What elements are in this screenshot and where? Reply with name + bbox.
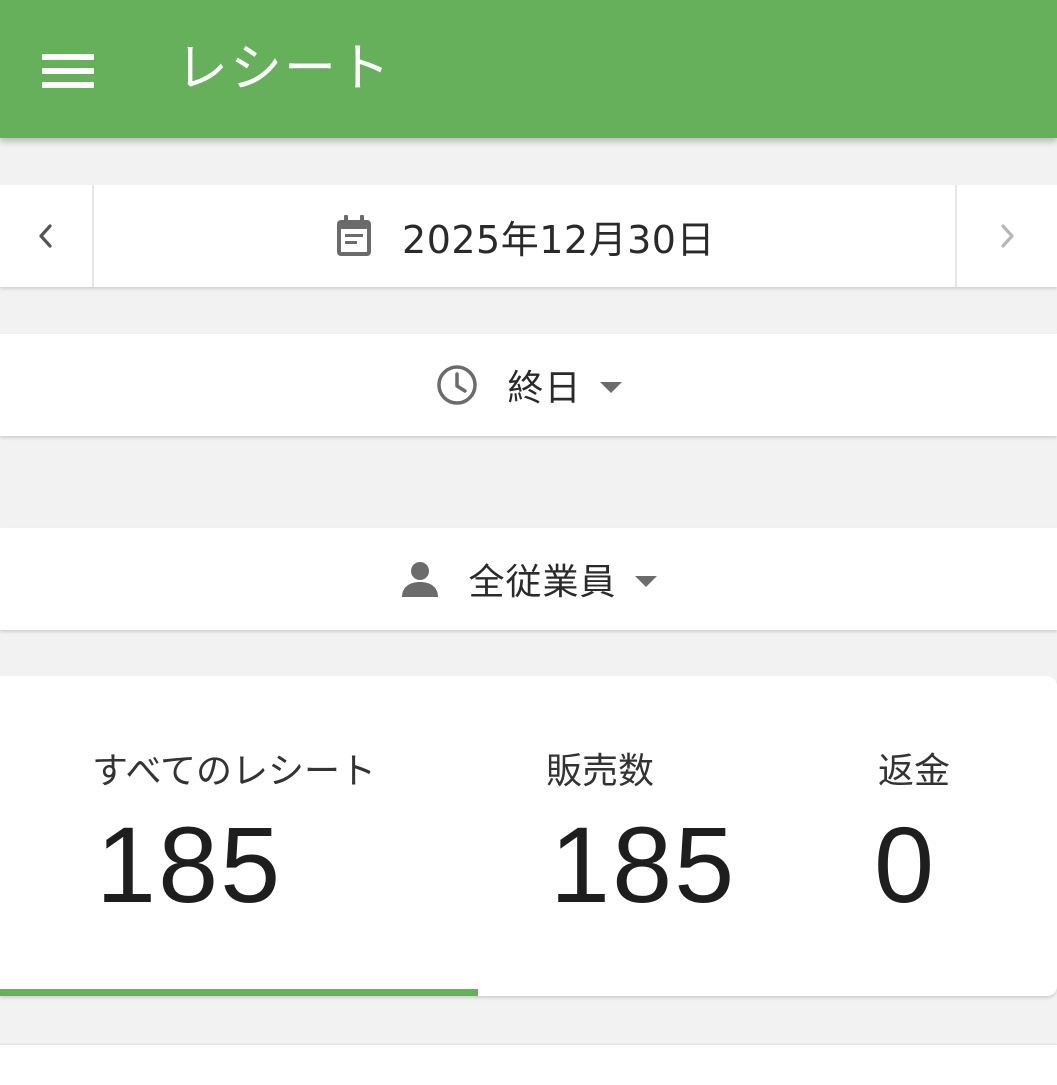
stat-label-sales: 販売数 [546, 751, 655, 792]
stat-value-refunds: 0 [874, 804, 937, 925]
employee-filter-dropdown[interactable]: 全従業員 [0, 528, 1057, 630]
hamburger-menu-icon[interactable] [30, 38, 104, 102]
receipt-list [0, 1045, 1057, 1085]
employee-filter-value: 全従業員 [468, 562, 617, 603]
caret-down-icon [599, 381, 622, 393]
stat-value-sales: 185 [550, 804, 737, 925]
stat-label-refunds: 返金 [878, 751, 951, 792]
caret-down-icon [634, 575, 657, 587]
selected-tab-indicator [0, 989, 478, 996]
time-filter-dropdown[interactable]: 終日 [0, 334, 1057, 436]
page-title: レシート [176, 39, 393, 99]
stat-value-all-receipts: 185 [96, 804, 283, 925]
clock-icon [437, 365, 478, 405]
stat-label-all-receipts: すべてのレシート [92, 751, 377, 792]
app-bar: レシート [0, 0, 1057, 138]
person-icon [402, 562, 439, 597]
time-filter-value: 終日 [507, 368, 582, 409]
